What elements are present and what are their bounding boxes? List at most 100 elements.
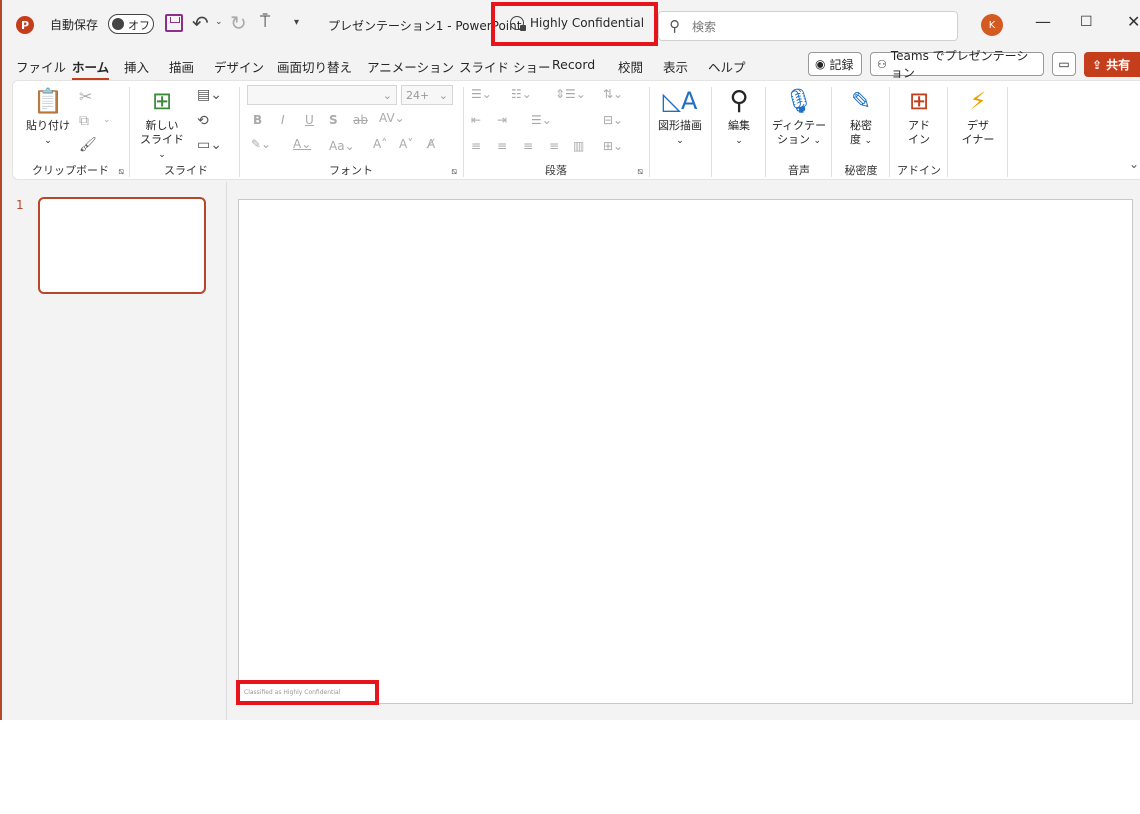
font-launcher-icon[interactable]: ⧅ [451,167,457,177]
collapse-ribbon-icon[interactable]: ⌄ [1129,157,1139,171]
close-icon[interactable]: ✕ [1127,12,1140,31]
font-color-icon[interactable]: A⌄ [293,137,311,151]
user-avatar[interactable]: K [981,14,1003,36]
clear-formatting-icon[interactable]: A̸ [427,137,435,151]
ribbon: 📋 貼り付け ⌄ ✂ ⧉ ⌄ 🖌 クリップボード ⧅ ⊞ 新しい スライド ⌄ ▤… [12,80,1140,180]
editing-button[interactable]: ⚲ 編集 ⌄ [717,87,761,148]
underline-button[interactable]: U [305,113,314,127]
minimize-icon[interactable]: — [1035,12,1051,31]
format-painter-icon[interactable]: 🖌 [79,137,97,153]
editing-search-icon: ⚲ [729,86,749,116]
voice-group: 🎙 ディクテー ション ⌄ 音声 [767,81,831,181]
font-size-dropdown[interactable]: 24+ ⌄ [401,85,453,105]
paragraph-launcher-icon[interactable]: ⧅ [637,167,643,177]
record-label: 記録 [829,57,854,72]
reset-icon[interactable]: ⟲ [197,113,209,129]
shadow-button[interactable]: S [329,113,338,127]
dictate-button[interactable]: 🎙 ディクテー ション ⌄ [771,87,827,148]
tab-help[interactable]: ヘルプ [708,57,746,76]
increase-indent-icon[interactable]: ⇥ [497,113,507,127]
undo-dropdown-icon[interactable]: ⌄ [215,17,223,27]
smartart-icon[interactable]: ⊞⌄ [603,139,623,153]
pane-divider[interactable] [226,182,227,720]
designer-label-1: デザ [967,119,989,132]
align-right-icon[interactable]: ≡ [523,139,533,153]
share-icon: ⇪ [1092,57,1103,72]
align-center-icon[interactable]: ≡ [497,139,507,153]
font-name-dropdown[interactable]: ⌄ [247,85,397,105]
tab-record[interactable]: Record [552,57,595,72]
shrink-font-button[interactable]: A˅ [399,137,413,151]
grow-font-button[interactable]: A˄ [373,137,387,151]
search-box[interactable]: ⚲ 検索 [658,11,958,41]
justify-icon[interactable]: ≡ [549,139,559,153]
copy-icon[interactable]: ⧉ [79,113,89,129]
font-size-value: 24+ [406,88,430,102]
numbering-icon[interactable]: ☷⌄ [511,87,532,101]
tab-animations[interactable]: アニメーション [367,57,454,76]
teams-present-button[interactable]: ⚇ Teams でプレゼンテーション [870,49,1044,80]
highlight-color-icon[interactable]: ✎⌄ [251,137,271,151]
sensitivity-label-button[interactable]: Highly Confidential [510,16,645,31]
new-slide-button[interactable]: ⊞ 新しい スライド ⌄ [137,87,187,162]
tab-design[interactable]: デザイン [214,57,264,76]
addins-button[interactable]: ⊞ アド イン [895,87,943,147]
align-text-icon[interactable]: ⊟⌄ [603,113,623,127]
strikethrough-button[interactable]: ab [353,113,368,127]
paste-button[interactable]: 📋 貼り付け ⌄ [23,87,73,148]
customize-quick-access-icon[interactable]: ▾ [294,17,299,28]
comments-button[interactable]: ▭ [1052,52,1076,76]
designer-button[interactable]: ⚡ デザ イナー [953,87,1003,147]
cut-icon[interactable]: ✂ [79,87,92,106]
toggle-knob [112,18,124,30]
copy-dropdown-icon[interactable]: ⌄ [103,115,111,125]
redo-icon[interactable]: ↻ [230,11,247,35]
columns-icon[interactable]: ☰⌄ [531,113,552,127]
record-icon: ◉ [815,57,826,71]
char-spacing-text: AV [379,111,395,125]
addins-group: ⊞ アド イン アドイン [891,81,947,181]
paragraph-label: 段落 [545,164,567,177]
distribute-icon[interactable]: ▥ [573,139,584,153]
shapes-label: 図形描画 [658,119,702,132]
autosave-toggle[interactable]: オフ [108,14,154,34]
layout-icon[interactable]: ▤⌄ [197,87,222,103]
share-button[interactable]: ⇪ 共有 [1084,52,1140,77]
tab-draw[interactable]: 描画 [169,57,194,76]
tab-home[interactable]: ホーム [72,57,110,80]
powerpoint-app-icon: P [16,16,34,34]
text-direction-icon[interactable]: ⇅⌄ [603,87,623,101]
bullets-icon[interactable]: ☰⌄ [471,87,492,101]
slide-canvas[interactable] [238,199,1133,704]
footer-highlight-box [236,680,379,705]
addins-icon: ⊞ [908,87,930,115]
slide-thumbnail[interactable] [38,197,206,294]
font-label: フォント [329,164,373,177]
present-from-start-icon[interactable]: ⍑ [260,12,270,32]
sensitivity-label-text: Highly Confidential [530,16,645,30]
bold-button[interactable]: B [253,113,262,127]
shapes-button[interactable]: ◺A 図形描画 ⌄ [653,87,707,148]
italic-button[interactable]: I [281,113,285,127]
change-case-button[interactable]: Aa⌄ [329,139,355,153]
clipboard-launcher-icon[interactable]: ⧅ [118,167,124,177]
tab-view[interactable]: 表示 [663,57,688,76]
tab-insert[interactable]: 挿入 [124,57,149,76]
tab-transitions[interactable]: 画面切り替え [277,57,352,76]
sensitivity-icon: ✎ [850,87,872,115]
maximize-icon[interactable]: ☐ [1080,14,1093,30]
decrease-indent-icon[interactable]: ⇤ [471,113,481,127]
undo-icon[interactable]: ↶ [192,11,209,35]
grow-font-text: A [373,137,382,151]
section-icon[interactable]: ▭⌄ [197,137,222,153]
tab-file[interactable]: ファイル [16,57,66,76]
align-left-icon[interactable]: ≡ [471,139,481,153]
record-button[interactable]: ◉ 記録 [808,52,862,76]
sensitivity-button[interactable]: ✎ 秘密 度 ⌄ [837,87,885,148]
char-spacing-button[interactable]: AV⌄ [379,111,405,125]
tab-review[interactable]: 校閲 [618,57,643,76]
divider [765,87,766,177]
tab-slideshow[interactable]: スライド ショー [459,57,550,76]
save-icon[interactable] [165,14,183,32]
line-spacing-icon[interactable]: ⇕☰⌄ [555,87,586,101]
